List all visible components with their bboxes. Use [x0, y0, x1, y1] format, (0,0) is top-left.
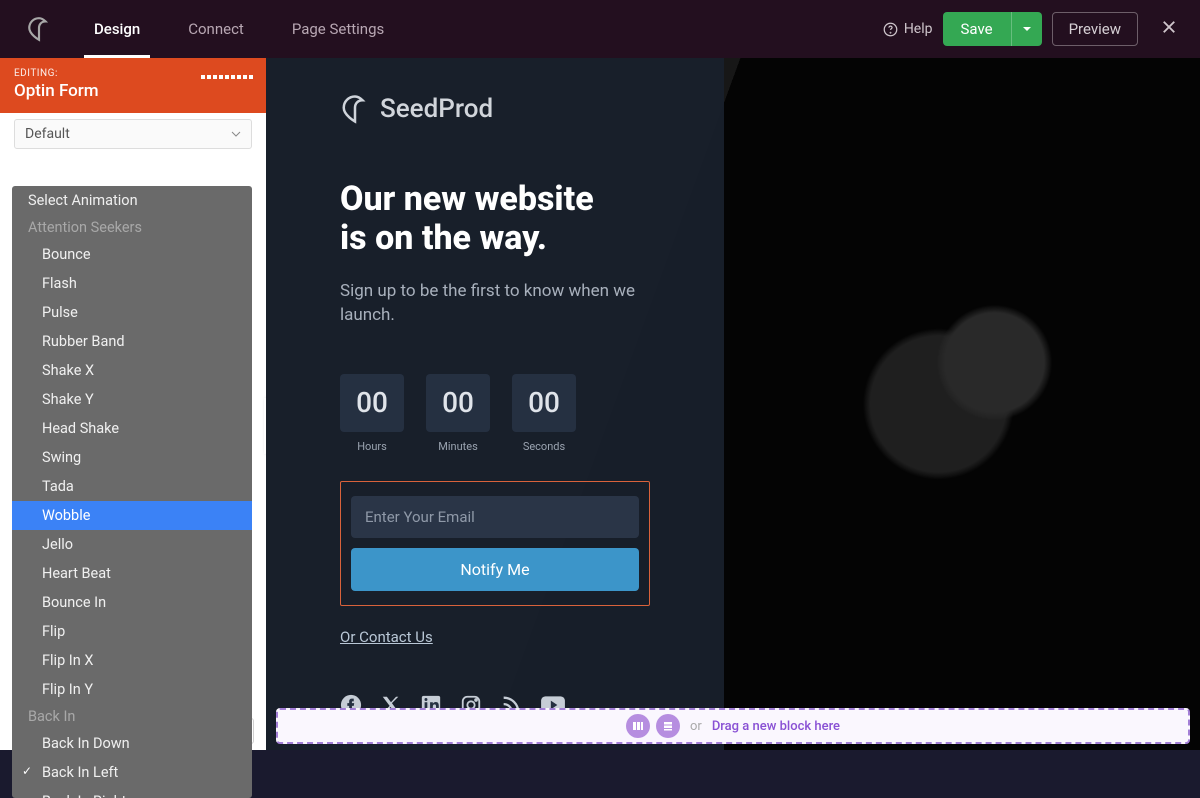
dropzone-link[interactable]: Drag a new block here: [712, 719, 840, 734]
countdown-value: 00: [426, 374, 490, 432]
countdown-item: 00 Minutes: [426, 374, 490, 453]
help-label: Help: [904, 21, 933, 37]
dropdown-item[interactable]: Head Shake: [12, 414, 252, 443]
dropdown-item[interactable]: Flash: [12, 269, 252, 298]
countdown-value: 00: [340, 374, 404, 432]
editing-block-name: Optin Form: [14, 81, 252, 101]
hero-title: Our new website is on the way.: [340, 180, 650, 258]
close-icon: [1160, 18, 1178, 36]
caret-down-icon: [1022, 24, 1032, 34]
dropdown-item[interactable]: ✓Back In Left: [12, 758, 252, 787]
dropdown-item[interactable]: Pulse: [12, 298, 252, 327]
hero-panel: SeedProd Our new website is on the way. …: [266, 58, 724, 750]
leaf-icon: [340, 94, 370, 124]
optin-form-block[interactable]: Notify Me: [340, 481, 650, 606]
dropdown-item[interactable]: Back In Right: [12, 787, 252, 798]
dropzone-or-text: or: [690, 719, 702, 734]
tab-page-settings[interactable]: Page Settings: [268, 0, 408, 58]
dropdown-item[interactable]: Tada: [12, 472, 252, 501]
animation-select[interactable]: Default: [14, 119, 252, 149]
dropdown-item[interactable]: Shake X: [12, 356, 252, 385]
hero-subtitle: Sign up to be the first to know when we …: [340, 280, 650, 328]
close-button[interactable]: [1154, 12, 1184, 46]
countdown-label: Minutes: [426, 440, 490, 453]
editor-sidebar: EDITING: Optin Form Default Select Anima…: [0, 58, 266, 750]
save-dropdown-button[interactable]: [1011, 12, 1042, 46]
drag-handle-icon[interactable]: [200, 74, 254, 80]
page-logo: SeedProd: [340, 94, 650, 124]
dropdown-item[interactable]: Jello: [12, 530, 252, 559]
animation-select-value: Default: [25, 126, 70, 142]
page-logo-text: SeedProd: [380, 94, 493, 124]
save-button[interactable]: Save: [943, 12, 1011, 46]
animation-dropdown: Select AnimationAttention SeekersBounceF…: [12, 186, 252, 798]
chevron-down-icon: [231, 129, 241, 139]
dropdown-item[interactable]: Bounce: [12, 240, 252, 269]
dropdown-item[interactable]: Wobble: [12, 501, 252, 530]
email-input[interactable]: [351, 496, 639, 538]
help-icon: [883, 22, 898, 37]
countdown-timer: 00 Hours 00 Minutes 00 Seconds: [340, 374, 650, 453]
check-icon: ✓: [22, 763, 32, 780]
dropdown-item[interactable]: Bounce In: [12, 588, 252, 617]
top-bar: Design Connect Page Settings Help Save P…: [0, 0, 1200, 58]
notify-button[interactable]: Notify Me: [351, 548, 639, 591]
add-block-dropzone[interactable]: or Drag a new block here: [276, 708, 1190, 744]
countdown-value: 00: [512, 374, 576, 432]
dropdown-item[interactable]: Flip In Y: [12, 675, 252, 704]
tab-design[interactable]: Design: [70, 0, 164, 58]
countdown-item: 00 Hours: [340, 374, 404, 453]
countdown-label: Hours: [340, 440, 404, 453]
dropdown-item-select-animation[interactable]: Select Animation: [12, 186, 252, 215]
preview-button[interactable]: Preview: [1052, 12, 1138, 46]
seedprod-leaf-icon: [16, 16, 62, 42]
dropdown-item[interactable]: Back In Down: [12, 729, 252, 758]
dropdown-item[interactable]: Rubber Band: [12, 327, 252, 356]
column-layout-icon[interactable]: [626, 714, 650, 738]
dropdown-item[interactable]: Flip: [12, 617, 252, 646]
dropdown-item[interactable]: Shake Y: [12, 385, 252, 414]
editing-header: EDITING: Optin Form: [0, 58, 266, 113]
dropdown-item[interactable]: Swing: [12, 443, 252, 472]
countdown-label: Seconds: [512, 440, 576, 453]
page-canvas: SeedProd Our new website is on the way. …: [266, 58, 1200, 750]
dropdown-item[interactable]: Flip In X: [12, 646, 252, 675]
countdown-item: 00 Seconds: [512, 374, 576, 453]
tab-connect[interactable]: Connect: [164, 0, 268, 58]
dropdown-group-label: Back In: [12, 704, 252, 729]
help-link[interactable]: Help: [883, 21, 933, 37]
row-layout-icon[interactable]: [656, 714, 680, 738]
contact-link[interactable]: Or Contact Us: [340, 628, 433, 646]
dropdown-item[interactable]: Heart Beat: [12, 559, 252, 588]
dropdown-group-label: Attention Seekers: [12, 215, 252, 240]
